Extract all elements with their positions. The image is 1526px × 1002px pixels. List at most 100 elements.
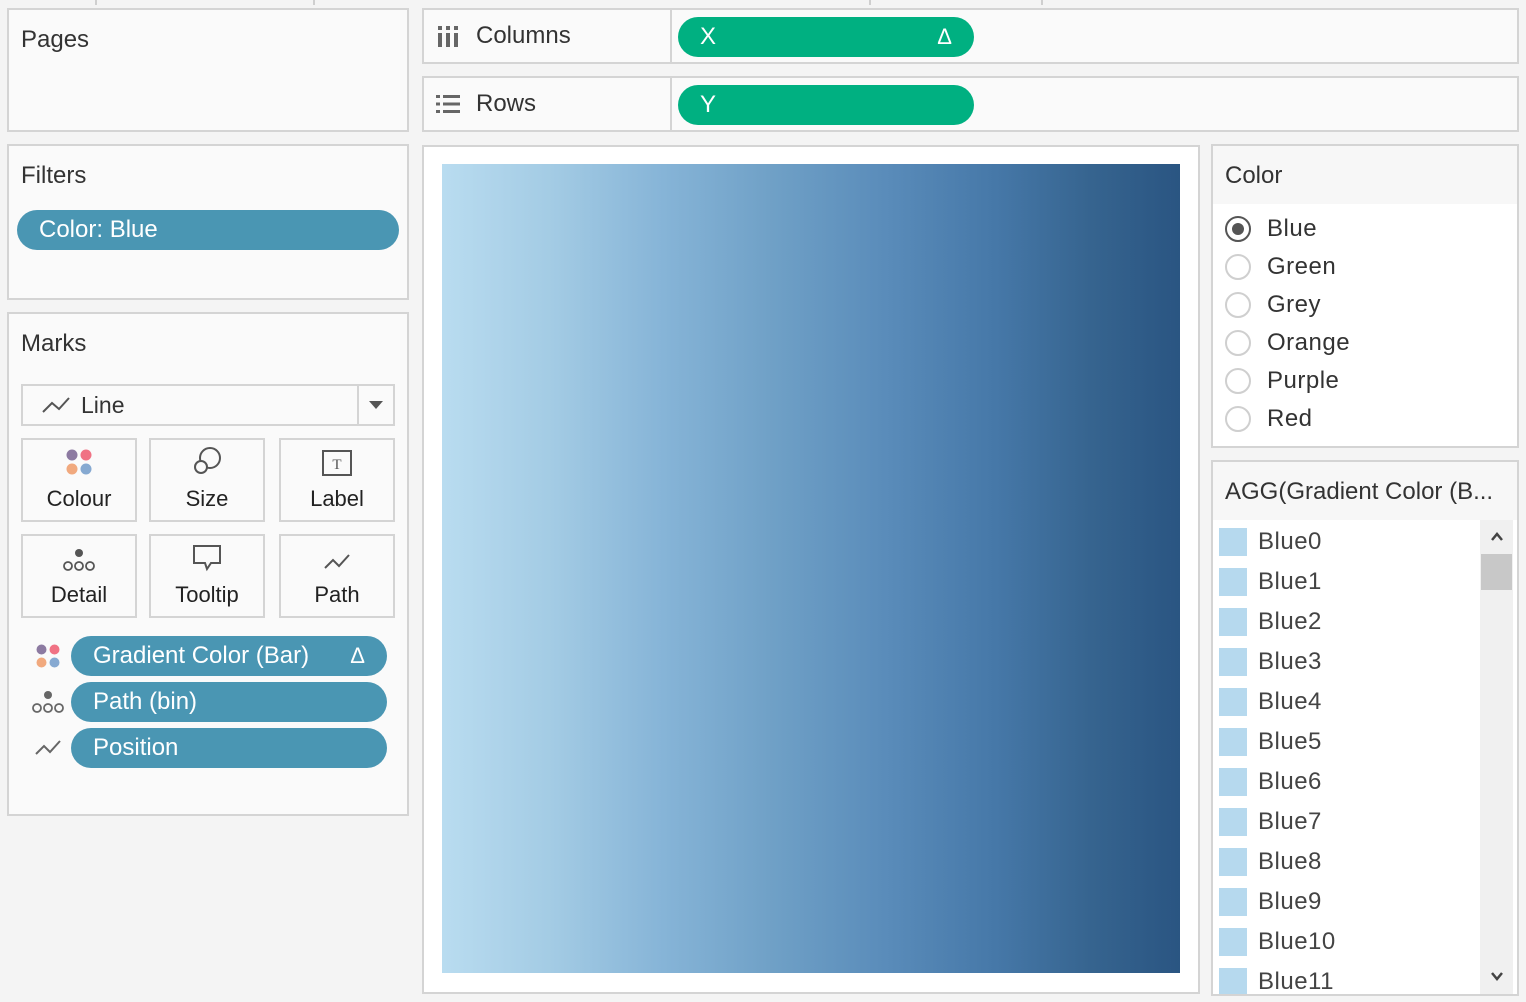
scroll-up-button[interactable] xyxy=(1480,522,1513,552)
color-option-purple[interactable]: Purple xyxy=(1225,362,1339,400)
color-legend-card: AGG(Gradient Color (B... Blue0 Blue1 Blue2… xyxy=(1211,460,1519,996)
legend-label: Blue6 xyxy=(1258,768,1322,795)
radio-label: Red xyxy=(1267,405,1313,432)
radio-button[interactable] xyxy=(1225,254,1251,280)
path-icon xyxy=(323,536,351,576)
legend-swatch xyxy=(1219,608,1247,636)
color-parameter-header: Color xyxy=(1213,146,1517,204)
legend-label: Blue3 xyxy=(1258,648,1322,675)
divider-tick xyxy=(313,0,315,5)
path-label: Path xyxy=(314,582,360,607)
color-option-red[interactable]: Red xyxy=(1225,400,1313,438)
radio-label: Grey xyxy=(1267,291,1322,318)
filters-card[interactable]: Filters Color: Blue xyxy=(7,144,409,300)
mark-type-dropdown[interactable]: Line xyxy=(21,384,395,426)
legend-item[interactable]: Blue8 xyxy=(1219,842,1322,882)
legend-swatch xyxy=(1219,688,1247,716)
colour-button[interactable]: Colour xyxy=(21,438,137,522)
radio-button[interactable] xyxy=(1225,216,1251,242)
legend-label: Blue0 xyxy=(1258,528,1322,555)
radio-button[interactable] xyxy=(1225,330,1251,356)
rows-icon xyxy=(436,94,460,114)
legend-label: Blue1 xyxy=(1258,568,1322,595)
legend-item[interactable]: Blue11 xyxy=(1219,962,1334,994)
chevron-down-icon xyxy=(1490,968,1504,986)
legend-swatch xyxy=(1219,848,1247,876)
color-option-green[interactable]: Green xyxy=(1225,248,1336,286)
columns-shelf[interactable]: Columns X Δ xyxy=(422,8,1519,64)
radio-label: Green xyxy=(1267,253,1337,280)
gradient-chart-area[interactable] xyxy=(442,164,1180,973)
legend-swatch xyxy=(1219,888,1247,916)
filters-title: Filters xyxy=(21,162,87,189)
scroll-down-button[interactable] xyxy=(1480,962,1513,992)
field-pill-label: Position xyxy=(93,734,179,761)
size-label: Size xyxy=(185,486,229,511)
detail-label: Detail xyxy=(50,582,108,607)
rows-shelf-header: Rows xyxy=(424,78,672,130)
legend-item[interactable]: Blue9 xyxy=(1219,882,1322,922)
legend-item[interactable]: Blue2 xyxy=(1219,602,1322,642)
legend-swatch xyxy=(1219,528,1247,556)
filter-pill-label: Color: Blue xyxy=(39,216,158,243)
filter-pill-color[interactable]: Color: Blue xyxy=(17,210,399,250)
detail-button[interactable]: Detail xyxy=(21,534,137,618)
columns-pill-label: X xyxy=(700,23,717,50)
legend-item[interactable]: Blue7 xyxy=(1219,802,1322,842)
scroll-thumb[interactable] xyxy=(1481,554,1512,590)
legend-swatch xyxy=(1219,648,1247,676)
rows-shelf[interactable]: Rows Y xyxy=(422,76,1519,132)
radio-button[interactable] xyxy=(1225,368,1251,394)
legend-swatch xyxy=(1219,928,1247,956)
tooltip-button[interactable]: Tooltip xyxy=(149,534,265,618)
marks-field-path: Position xyxy=(31,728,389,768)
marks-card[interactable]: Marks Line Colour Size T Label Detail To… xyxy=(7,312,409,816)
field-pill-label: Path (bin) xyxy=(93,688,198,715)
radio-button[interactable] xyxy=(1225,292,1251,318)
path-button[interactable]: Path xyxy=(279,534,395,618)
field-pill-position[interactable]: Position xyxy=(71,728,387,768)
colour-label: Colour xyxy=(46,486,112,511)
legend-item[interactable]: Blue4 xyxy=(1219,682,1322,722)
label-label: Label xyxy=(310,486,364,511)
legend-item[interactable]: Blue6 xyxy=(1219,762,1322,802)
path-icon xyxy=(31,738,65,758)
columns-pill-x[interactable]: X Δ xyxy=(678,17,974,57)
radio-button[interactable] xyxy=(1225,406,1251,432)
tooltip-icon xyxy=(192,536,222,576)
tooltip-label: Tooltip xyxy=(175,582,239,607)
legend-item[interactable]: Blue10 xyxy=(1219,922,1336,962)
field-pill-path-bin[interactable]: Path (bin) xyxy=(71,682,387,722)
color-option-grey[interactable]: Grey xyxy=(1225,286,1321,324)
field-pill-gradient-color[interactable]: Gradient Color (Bar) Δ xyxy=(71,636,387,676)
legend-item[interactable]: Blue0 xyxy=(1219,522,1322,562)
pages-card[interactable]: Pages xyxy=(7,8,409,132)
label-button[interactable]: T Label xyxy=(279,438,395,522)
legend-item[interactable]: Blue3 xyxy=(1219,642,1322,682)
legend-label: Blue7 xyxy=(1258,808,1322,835)
field-pill-label: Gradient Color (Bar) xyxy=(93,642,310,669)
color-legend-header: AGG(Gradient Color (B... xyxy=(1213,462,1517,520)
size-button[interactable]: Size xyxy=(149,438,265,522)
legend-scrollbar[interactable] xyxy=(1480,520,1513,994)
radio-selected-dot xyxy=(1232,223,1244,235)
chevron-down-icon xyxy=(369,396,383,414)
columns-shelf-header: Columns xyxy=(424,10,672,62)
colour-icon xyxy=(65,440,93,480)
legend-label: Blue10 xyxy=(1258,928,1336,955)
dropdown-button[interactable] xyxy=(357,386,393,424)
radio-label: Orange xyxy=(1267,329,1351,356)
columns-label: Columns xyxy=(476,22,571,49)
label-icon: T xyxy=(322,440,352,480)
rows-pill-y[interactable]: Y xyxy=(678,85,974,125)
legend-item[interactable]: Blue5 xyxy=(1219,722,1322,762)
color-option-orange[interactable]: Orange xyxy=(1225,324,1350,362)
color-radio-list: Blue Green Grey Orange Purple Red xyxy=(1213,204,1517,446)
delta-icon: Δ xyxy=(937,24,952,49)
legend-item[interactable]: Blue1 xyxy=(1219,562,1322,602)
columns-icon xyxy=(436,25,460,47)
legend-label: Blue11 xyxy=(1258,968,1334,994)
radio-label: Purple xyxy=(1267,367,1340,394)
color-option-blue[interactable]: Blue xyxy=(1225,210,1317,248)
marks-field-colour: Gradient Color (Bar) Δ xyxy=(31,636,389,676)
